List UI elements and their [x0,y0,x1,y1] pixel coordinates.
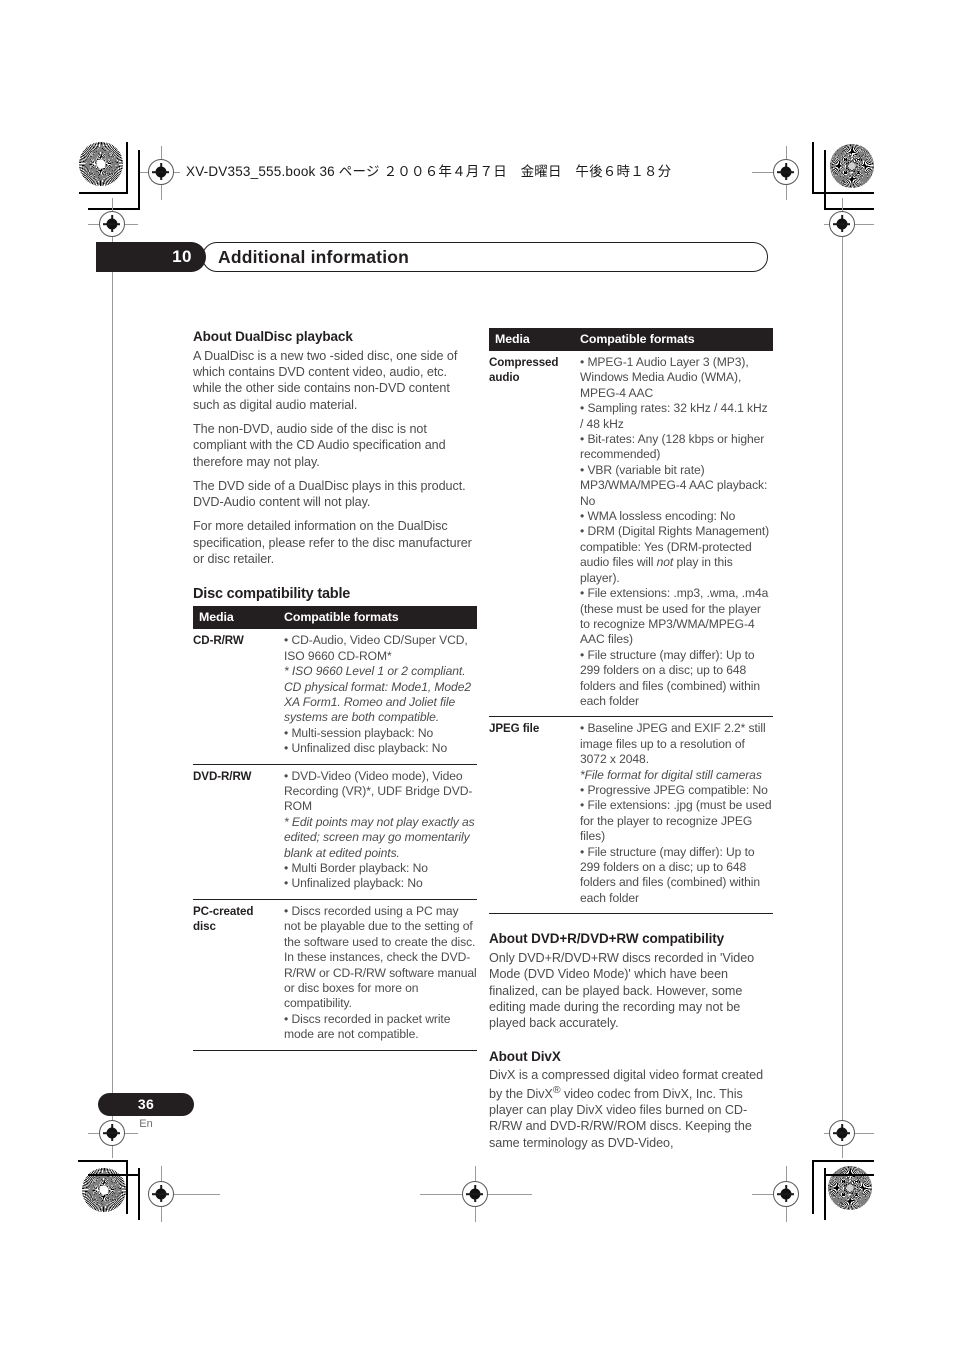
format-bullet: Bit-rates: Any (128 kbps or higher recom… [580,432,773,463]
table-cell-formats: CD-Audio, Video CD/Super VCD, ISO 9660 C… [275,629,477,765]
chapter-number-badge: 10 [96,242,206,272]
format-note: *File format for digital still cameras [580,767,762,782]
table-cell-formats: Baseline JPEG and EXIF 2.2* still image … [571,716,773,915]
table-row: Compressed audioMPEG-1 Audio Layer 3 (MP… [489,351,773,718]
crop-corner-bottom-right-horizontal [812,1160,874,1162]
section-heading-dvd-plus-compatibility: About DVD+R/DVD+RW compatibility [489,931,725,947]
format-bullet: Baseline JPEG and EXIF 2.2* still image … [580,721,773,767]
table-cell-media: CD-R/RW [193,629,275,765]
format-bullet: Progressive JPEG compatible: No [580,783,773,798]
format-bullet: DVD-Video (Video mode), Video Recording … [284,769,477,815]
format-bullet: Multi-session playback: No [284,726,477,741]
crop-corner-top-right-horizontal [812,192,874,194]
section-heading-disc-compatibility-table: Disc compatibility table [193,586,351,603]
crop-corner-bottom-left-horizontal-2 [88,1174,140,1176]
emphasis: not [656,555,674,570]
dualdisc-paragraph: The non-DVD, audio side of the disc is n… [193,422,446,469]
crop-corner-top-right-vertical [812,142,814,194]
format-bullet: CD-Audio, Video CD/Super VCD, ISO 9660 C… [284,633,477,664]
crop-corner-top-left-horizontal-2 [88,208,140,210]
crop-corner-top-left-vertical-2 [138,150,140,210]
table-cell-formats: DVD-Video (Video mode), Video Recording … [275,764,477,900]
table-cell-media: JPEG file [489,716,571,915]
format-bullet: Multi Border playback: No [284,861,477,876]
format-bullet: File extensions: .jpg (must be used for … [580,798,773,844]
print-control-target-top-left [79,142,123,186]
table-row: PC-created discDiscs recorded using a PC… [193,899,477,1051]
dualdisc-paragraph: The DVD side of a DualDisc plays in this… [193,478,466,510]
table-cell-media: Compressed audio [489,351,571,718]
table-header-row: Media Compatible formats [193,606,477,630]
page-language-label: En [139,1118,153,1130]
registration-mark-right-bottom [829,1120,855,1146]
divx-paragraph: DivX is a compressed digital video forma… [489,1067,773,1151]
crop-corner-bottom-left-vertical [126,1160,128,1214]
page-number-badge: 36 [98,1093,194,1116]
crop-corner-top-right-vertical-2 [824,150,826,210]
column-header-formats: Compatible formats [571,328,773,351]
dualdisc-paragraph: A DualDisc is a new two -sided disc, one… [193,348,458,412]
column-header-formats: Compatible formats [275,606,477,630]
format-note: * Edit points may not play exactly as ed… [284,814,475,860]
format-bullet: Discs recorded in packet write mode are … [284,1012,477,1043]
registration-mark-right-top [829,211,855,237]
media-formats-table: Media Compatible formats Compressed audi… [489,328,773,915]
crop-corner-bottom-right-horizontal-2 [824,1174,874,1176]
column-header-media: Media [489,328,571,351]
registration-mark-top-left [148,159,174,185]
section-heading-divx: About DivX [489,1048,561,1064]
table-row: CD-R/RW CD-Audio, Video CD/Super VCD, ISO… [193,629,477,765]
print-control-target-bottom-right [828,1166,872,1210]
format-bullet: MPEG-1 Audio Layer 3 (MP3), Windows Medi… [580,355,773,401]
format-bullet: DRM (Digital Rights Management) compatib… [580,524,773,586]
crop-corner-bottom-left-horizontal [78,1160,128,1162]
registration-mark-top-right [773,159,799,185]
table-row: DVD-R/RWDVD-Video (Video mode), Video Re… [193,764,477,900]
section-heading-dualdisc: About DualDisc playback [193,329,353,344]
format-bullet: VBR (variable bit rate) MP3/WMA/MPEG-4 A… [580,463,773,509]
left-table-body: CD-R/RW CD-Audio, Video CD/Super VCD, ISO… [193,629,477,1051]
disc-compatibility-table: Media Compatible formats CD-R/RW CD-Audio… [193,606,477,1051]
registered-trademark-icon: ® [552,1083,561,1096]
chapter-header: 10 Additional information [96,242,768,272]
table-cell-formats: MPEG-1 Audio Layer 3 (MP3), Windows Medi… [571,351,773,718]
format-bullet: File structure (may differ): Up to 299 f… [580,845,773,907]
registration-mark-left-top [99,211,125,237]
table-header-row: Media Compatible formats [489,328,773,351]
right-table-body: Compressed audioMPEG-1 Audio Layer 3 (MP… [489,351,773,915]
registration-mark-bottom-left [148,1181,174,1207]
page-title: Additional information [218,247,410,267]
registration-mark-bottom-right [773,1181,799,1207]
dualdisc-paragraph: For more detailed information on the Dua… [193,519,472,567]
guide-line-left-vertical [112,198,113,1158]
format-bullet: Sampling rates: 32 kHz / 44.1 kHz / 48 k… [580,401,773,432]
column-header-media: Media [193,606,275,630]
print-control-target-top-right [830,144,874,188]
right-column: Media Compatible formats Compressed audi… [489,328,773,1151]
print-header-code: XV-DV353_555.book 36 ページ ２００６年４月７日 金曜日 午… [186,164,672,179]
format-bullet: Discs recorded using a PC may not be pla… [284,904,477,1012]
format-note: * ISO 9660 Level 1 or 2 compliant. CD ph… [284,664,471,725]
crop-corner-top-right-horizontal-2 [824,208,874,210]
format-bullet: File structure (may differ): Up to 299 f… [580,648,773,710]
left-column: About DualDisc playback A DualDisc is a … [193,328,477,1051]
crop-corner-top-left-horizontal [79,192,127,194]
format-bullet: Unfinalized disc playback: No [284,741,477,756]
format-bullet: Unfinalized playback: No [284,876,477,891]
table-row: JPEG fileBaseline JPEG and EXIF 2.2* sti… [489,716,773,915]
guide-line-bottom-left-2-horizontal [172,1194,220,1195]
dvd-plus-paragraph: Only DVD+R/DVD+RW discs recorded in 'Vid… [489,951,755,1031]
table-cell-formats: Discs recorded using a PC may not be pla… [275,899,477,1051]
format-bullet: WMA lossless encoding: No [580,509,773,524]
crop-corner-bottom-right-vertical [812,1160,814,1214]
crop-corner-top-left-vertical [126,142,128,194]
registration-mark-bottom-center [462,1181,488,1207]
format-bullet: File extensions: .mp3, .wma, .m4a (these… [580,586,773,648]
table-cell-media: DVD-R/RW [193,764,275,900]
table-cell-media: PC-created disc [193,899,275,1051]
guide-line-right-vertical [842,198,843,1158]
